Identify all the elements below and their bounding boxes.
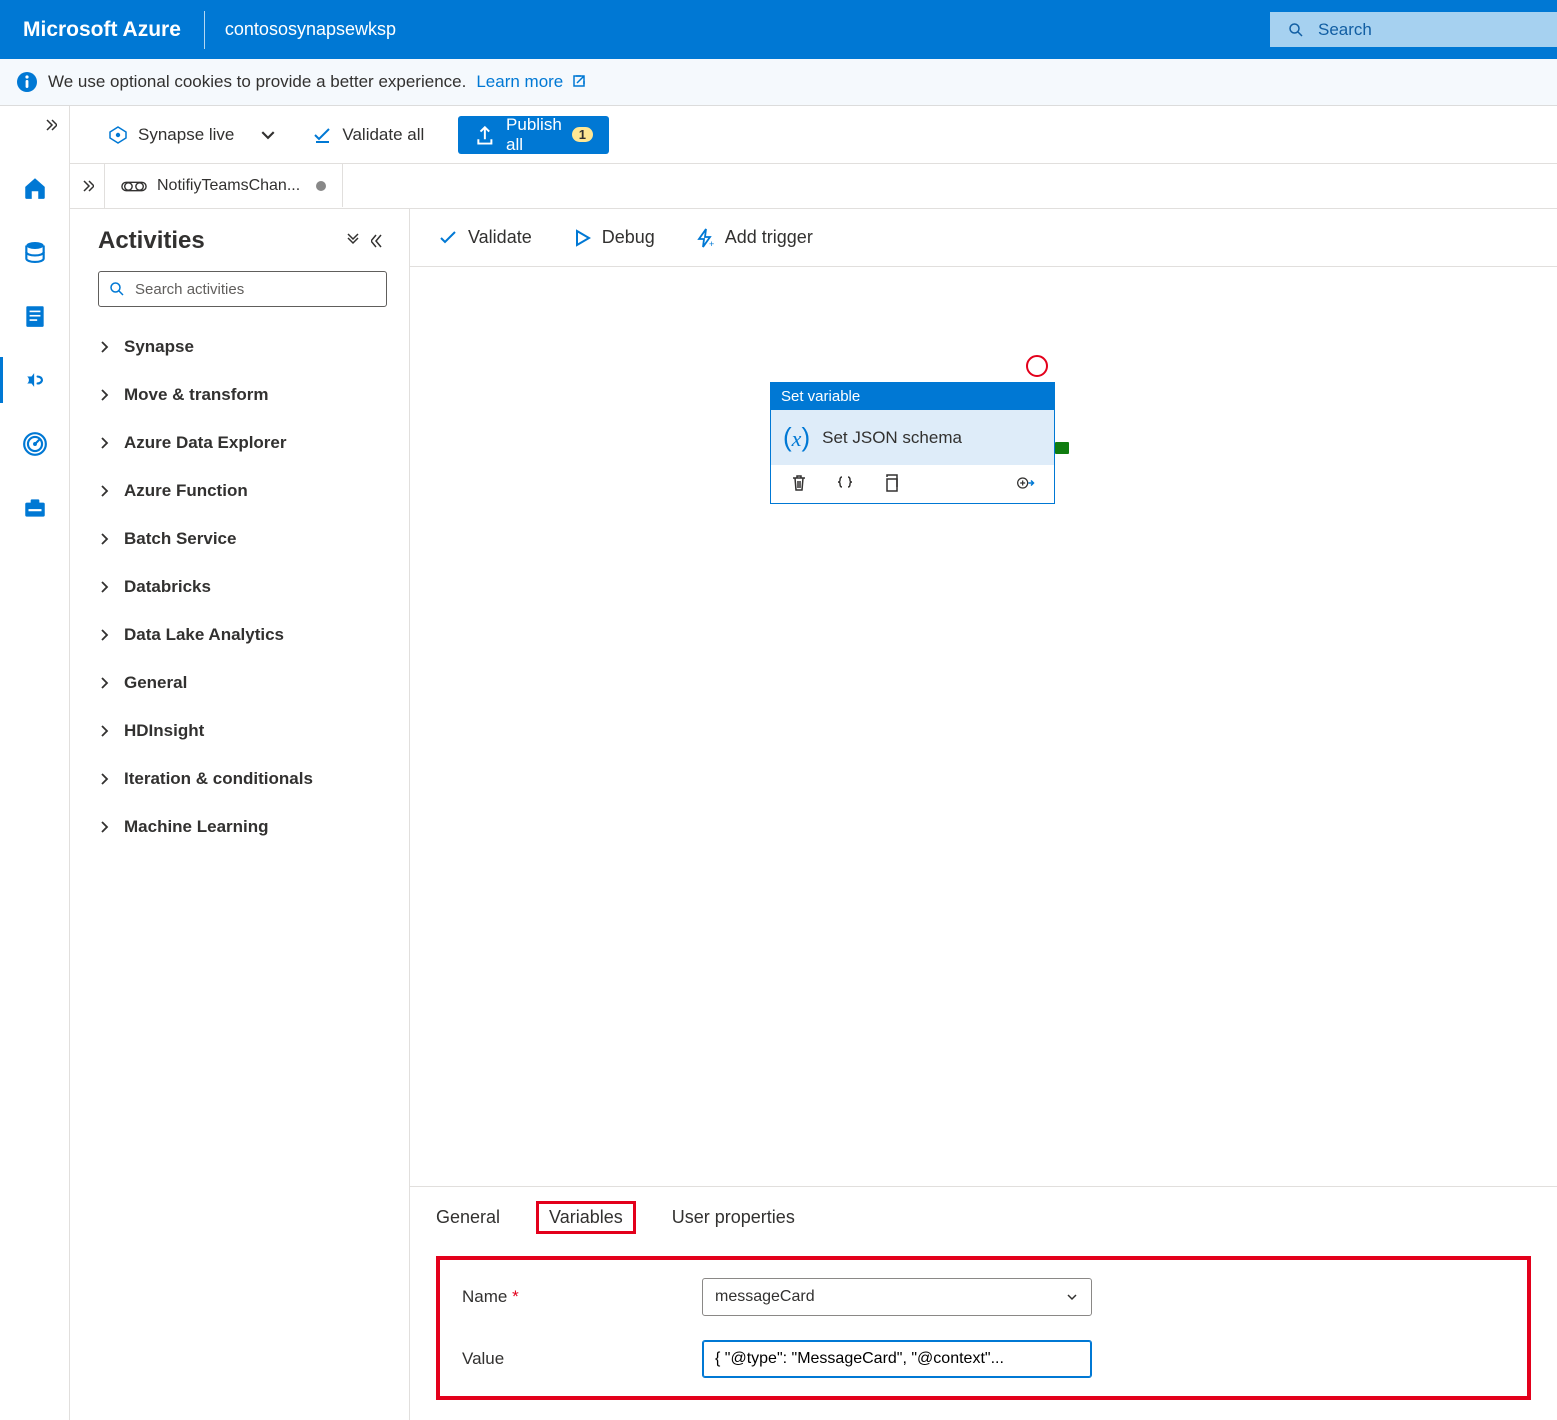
main-toolbar: Synapse live Validate all Publish all 1 [70, 106, 1557, 164]
synapse-live-dropdown[interactable]: Synapse live [108, 125, 298, 145]
chevron-right-icon [98, 388, 112, 402]
chevron-down-icon [258, 125, 278, 145]
activity-group[interactable]: Batch Service [98, 515, 387, 563]
nav-integrate[interactable] [20, 365, 50, 395]
activity-group[interactable]: Move & transform [98, 371, 387, 419]
nav-data[interactable] [20, 237, 50, 267]
synapse-live-icon [108, 125, 128, 145]
global-search-input[interactable] [1318, 20, 1539, 40]
validate-button[interactable]: Validate [438, 227, 532, 248]
activity-group[interactable]: HDInsight [98, 707, 387, 755]
name-select[interactable]: messageCard [702, 1278, 1092, 1316]
svg-text:+: + [709, 239, 714, 248]
debug-button[interactable]: Debug [572, 227, 655, 248]
validate-all-icon [312, 125, 332, 145]
learn-more-link[interactable]: Learn more [476, 72, 586, 92]
cookie-text: We use optional cookies to provide a bet… [48, 72, 466, 92]
activities-search[interactable] [98, 271, 387, 307]
tab-user-properties[interactable]: User properties [672, 1201, 795, 1234]
chevron-right-icon [98, 340, 112, 354]
activities-list: Synapse Move & transform Azure Data Expl… [98, 323, 387, 851]
value-label: Value [462, 1349, 702, 1369]
node-title: Set JSON schema [822, 428, 962, 448]
activity-group[interactable]: Synapse [98, 323, 387, 371]
publish-icon [474, 124, 496, 146]
add-output-icon[interactable] [1016, 473, 1036, 493]
activity-group[interactable]: Azure Data Explorer [98, 419, 387, 467]
tab-general[interactable]: General [436, 1201, 500, 1234]
activity-group[interactable]: Machine Learning [98, 803, 387, 851]
set-variable-node[interactable]: Set variable (x) Set JSON schema [770, 382, 1055, 504]
publish-badge: 1 [572, 127, 593, 142]
tab-label: NotifiyTeamsChan... [157, 177, 300, 195]
validate-all-button[interactable]: Validate all [312, 125, 444, 145]
chevron-right-icon [98, 676, 112, 690]
trigger-icon: + [695, 228, 715, 248]
workspace-name[interactable]: contososynapsewksp [225, 19, 396, 40]
brand-logo[interactable]: Microsoft Azure [0, 18, 204, 42]
variables-form: Name * messageCard Value [436, 1256, 1531, 1400]
pipeline-tab[interactable]: NotifiyTeamsChan... [105, 163, 343, 207]
nav-monitor[interactable] [20, 429, 50, 459]
external-link-icon [572, 74, 586, 88]
activity-group[interactable]: Azure Function [98, 467, 387, 515]
search-icon [1288, 22, 1304, 38]
chevron-right-icon [98, 772, 112, 786]
code-icon[interactable] [835, 473, 855, 493]
activity-group[interactable]: Iteration & conditionals [98, 755, 387, 803]
tab-bar: NotifiyTeamsChan... [70, 164, 1557, 209]
chevron-right-icon [98, 532, 112, 546]
tab-variables[interactable]: Variables [536, 1201, 636, 1234]
chevron-right-icon [98, 820, 112, 834]
chevron-right-icon [98, 484, 112, 498]
properties-panel: General Variables User properties Name *… [410, 1186, 1557, 1420]
chevron-right-icon [98, 436, 112, 450]
tab-expand-button[interactable] [70, 164, 105, 208]
activities-search-input[interactable] [135, 281, 376, 298]
property-tabs: General Variables User properties [436, 1201, 1531, 1234]
activity-group[interactable]: Databricks [98, 563, 387, 611]
variable-icon: (x) [783, 422, 810, 453]
unsaved-dot-icon [316, 181, 326, 191]
add-trigger-button[interactable]: + Add trigger [695, 227, 813, 248]
chevron-down-icon [1065, 1290, 1079, 1304]
nav-home[interactable] [20, 173, 50, 203]
chevron-right-icon [98, 580, 112, 594]
panel-collapse-icon[interactable] [371, 233, 387, 249]
value-field[interactable] [715, 1350, 1079, 1368]
pipeline-canvas[interactable]: Set variable (x) Set JSON schema [410, 267, 1557, 1186]
success-connector[interactable] [1055, 442, 1069, 454]
node-type-label: Set variable [771, 383, 1054, 410]
name-label: Name * [462, 1287, 702, 1307]
nav-manage[interactable] [20, 493, 50, 523]
collapse-all-icon[interactable] [345, 233, 361, 249]
nav-develop[interactable] [20, 301, 50, 331]
cookie-banner: We use optional cookies to provide a bet… [0, 59, 1557, 106]
validation-error-icon[interactable] [1026, 355, 1048, 377]
chevron-right-icon [98, 724, 112, 738]
global-search[interactable] [1270, 12, 1557, 47]
header-separator [204, 11, 205, 49]
activity-group[interactable]: General [98, 659, 387, 707]
rail-expand-button[interactable] [43, 118, 57, 135]
chevron-right-icon [98, 628, 112, 642]
activity-group[interactable]: Data Lake Analytics [98, 611, 387, 659]
play-icon [572, 228, 592, 248]
copy-icon[interactable] [881, 473, 901, 493]
activities-panel: Activities Synapse Move & transform Azur… [70, 209, 410, 1420]
publish-all-button[interactable]: Publish all 1 [458, 116, 609, 154]
value-input[interactable] [702, 1340, 1092, 1378]
node-body[interactable]: (x) Set JSON schema [771, 410, 1054, 465]
info-icon [16, 71, 38, 93]
canvas-toolbar: Validate Debug + Add trigger [410, 209, 1557, 267]
activities-title: Activities [98, 227, 205, 255]
pipeline-icon [121, 177, 147, 195]
search-icon [109, 281, 125, 297]
check-icon [438, 228, 458, 248]
delete-icon[interactable] [789, 473, 809, 493]
top-header: Microsoft Azure contososynapsewksp [0, 0, 1557, 59]
left-nav-rail [0, 106, 70, 1420]
